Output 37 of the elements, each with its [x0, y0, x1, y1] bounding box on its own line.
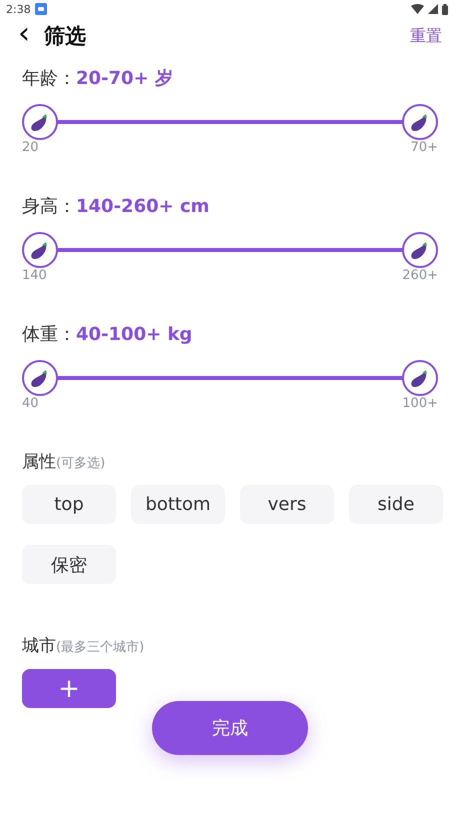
range-label: 身高： — [22, 195, 76, 218]
attribute-chip[interactable]: vers — [240, 485, 334, 524]
range-value: 140-260+ cm — [76, 196, 210, 217]
attribute-chip[interactable]: top — [22, 485, 116, 524]
max-value: 70+ — [410, 140, 438, 155]
min-value: 20 — [22, 140, 39, 155]
done-button[interactable]: 完成 — [152, 701, 308, 755]
slider-thumb[interactable] — [402, 232, 438, 268]
slider-thumb[interactable] — [22, 232, 58, 268]
max-value: 260+ — [402, 268, 438, 283]
slider-thumb[interactable] — [22, 360, 58, 396]
attribute-chip[interactable]: bottom — [131, 485, 225, 524]
reset-button[interactable]: 重置 — [410, 26, 442, 46]
wifi-icon — [411, 4, 424, 14]
attribute-chip[interactable]: side — [349, 485, 443, 524]
section-title: 城市 — [22, 635, 56, 657]
add-city-button[interactable]: + — [22, 669, 116, 708]
section-title: 属性 — [22, 451, 56, 473]
page-title: 筛选 — [44, 23, 86, 50]
status-time: 2:38 — [6, 2, 31, 16]
min-value: 140 — [22, 268, 47, 283]
min-value: 40 — [22, 396, 39, 411]
battery-icon — [442, 4, 448, 14]
back-button[interactable]: ‹ — [18, 19, 38, 53]
attribute-chip[interactable]: 保密 — [22, 545, 116, 584]
section-hint: (可多选) — [56, 455, 106, 472]
slider-thumb[interactable] — [402, 360, 438, 396]
slider-thumb[interactable] — [402, 104, 438, 140]
range-label: 体重： — [22, 323, 76, 346]
range-value: 40-100+ kg — [76, 324, 192, 345]
slider-thumb[interactable] — [22, 104, 58, 140]
max-value: 100+ — [402, 396, 438, 411]
signal-icon — [428, 4, 438, 14]
section-hint: (最多三个城市) — [56, 639, 144, 656]
app-notification-icon — [34, 3, 47, 15]
range-label: 年龄： — [22, 67, 76, 90]
range-value: 20-70+ 岁 — [76, 67, 173, 90]
